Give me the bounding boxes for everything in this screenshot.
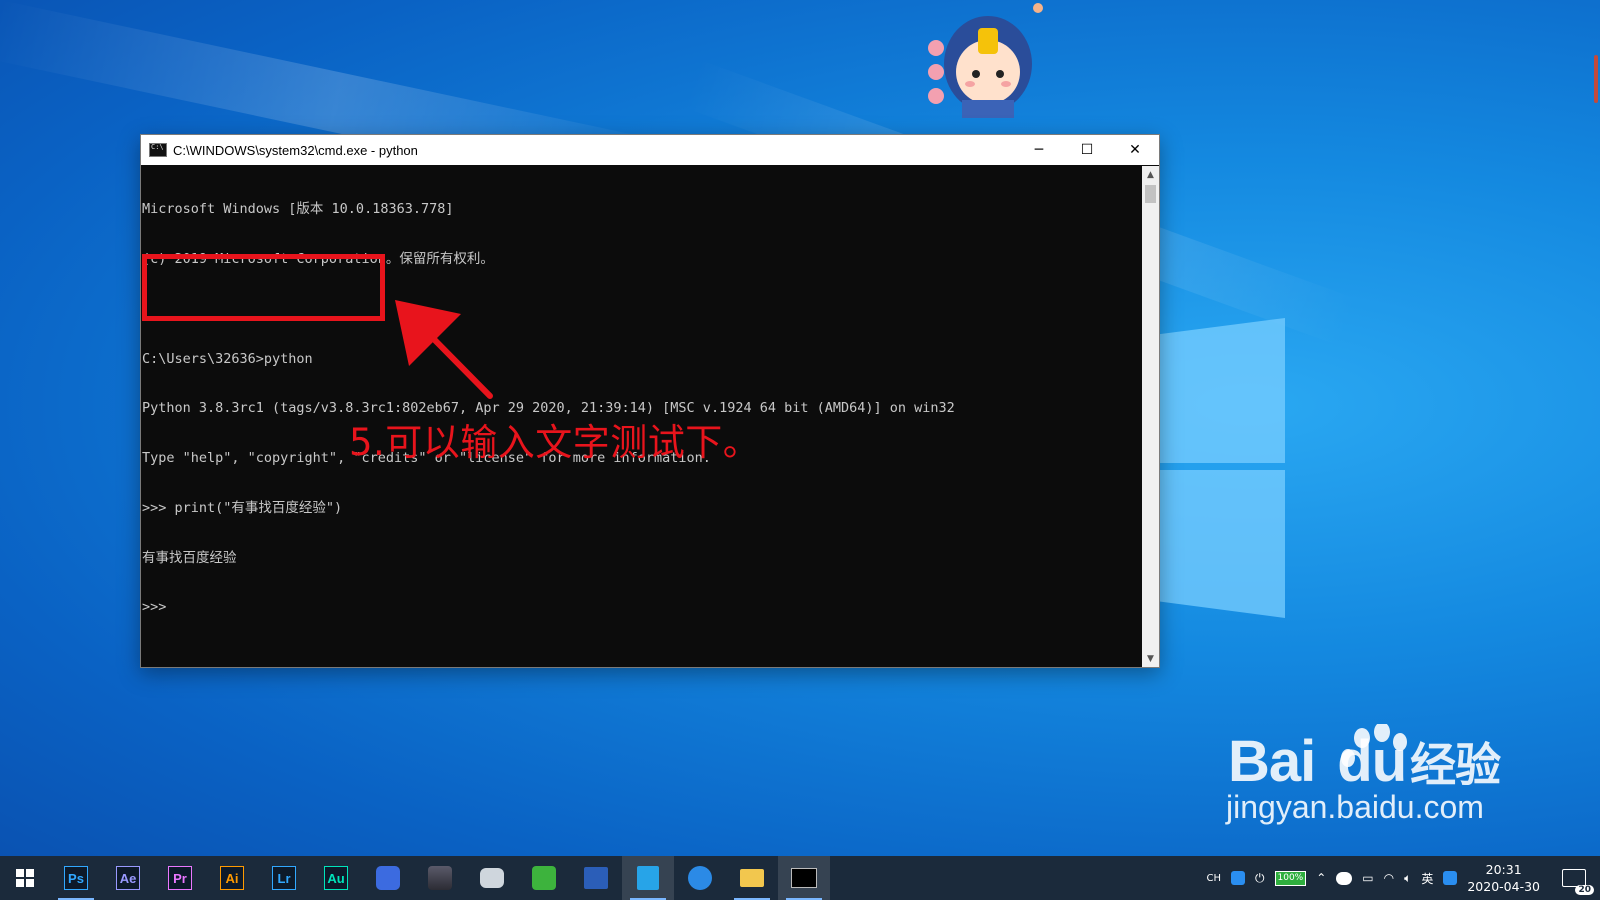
annotation-text: 5.可以输入文字测试下。 <box>349 421 761 464</box>
terminal-icon <box>791 868 817 888</box>
brand-jingyan: 经验 <box>1410 738 1501 792</box>
taskbar-premiere[interactable]: Pr <box>154 856 206 900</box>
taskbar-app-sync[interactable] <box>674 856 726 900</box>
taskbar-cmd[interactable] <box>778 856 830 900</box>
console-line: >>> print("有事找百度经验") <box>142 499 343 516</box>
start-button[interactable] <box>0 856 50 900</box>
volume-icon[interactable]: 🔈︎ <box>1404 871 1411 886</box>
system-tray: CH ⏻ 100% ⌃ ▭ ◠ 🔈︎ 英 20:31 2020-04-30 20 <box>1206 856 1600 900</box>
ime-indicator[interactable]: CH <box>1206 873 1221 884</box>
printer-icon <box>480 868 504 888</box>
app-blue-icon <box>376 866 400 890</box>
game-icon <box>428 866 452 890</box>
camtasia-icon <box>532 866 556 890</box>
taskbar-camtasia[interactable] <box>518 856 570 900</box>
highlight-box <box>142 254 385 321</box>
console-line: >>> <box>142 599 167 616</box>
console-line: C:\Users\32636>python <box>142 350 313 367</box>
window-titlebar[interactable]: C:\WINDOWS\system32\cmd.exe - python ─ ☐… <box>141 135 1159 165</box>
minimize-button[interactable]: ─ <box>1015 135 1063 165</box>
taskbar-file-explorer[interactable] <box>726 856 778 900</box>
after-effects-icon: Ae <box>116 866 140 890</box>
chevron-up-icon[interactable]: ⌃ <box>1316 871 1326 885</box>
windows-start-icon <box>16 869 34 887</box>
mascot-sticker <box>928 3 1043 118</box>
language-indicator[interactable]: 英 <box>1421 870 1433 887</box>
premiere-icon: Pr <box>168 866 192 890</box>
window-title: C:\WINDOWS\system32\cmd.exe - python <box>173 142 418 158</box>
taskbar-photoshop[interactable]: Ps <box>50 856 102 900</box>
scrollbar-thumb[interactable] <box>1145 185 1156 203</box>
windows-logo-wallpaper <box>1150 318 1285 618</box>
scroll-down-icon[interactable]: ▼ <box>1142 650 1159 667</box>
audition-icon: Au <box>324 866 348 890</box>
document-icon <box>637 866 659 890</box>
baidu-watermark: Bai du经验 jingyan.baidu.com <box>1226 724 1501 826</box>
taskbar: Ps Ae Pr Ai Lr Au CH ⏻ 100% ⌃ ▭ ◠ 🔈︎ 英 2… <box>0 856 1600 900</box>
clock-time: 20:31 <box>1485 862 1522 877</box>
console-line: Microsoft Windows [版本 10.0.18363.778] <box>142 201 454 218</box>
clock-date: 2020-04-30 <box>1467 879 1540 894</box>
maximize-button[interactable]: ☐ <box>1063 135 1111 165</box>
desktop-scroll-indicator <box>1594 55 1598 103</box>
word-icon <box>584 867 608 889</box>
close-button[interactable]: ✕ <box>1111 135 1159 165</box>
lightroom-icon: Lr <box>272 866 296 890</box>
qq-icon[interactable] <box>1231 871 1245 885</box>
taskbar-app-doc[interactable] <box>622 856 674 900</box>
photoshop-icon: Ps <box>64 866 88 890</box>
console-line: 有事找百度经验 <box>142 549 237 566</box>
baidu-paw-icon <box>1341 724 1407 767</box>
cmd-window[interactable]: C:\WINDOWS\system32\cmd.exe - python ─ ☐… <box>140 134 1160 668</box>
clock[interactable]: 20:31 2020-04-30 <box>1467 861 1540 895</box>
scroll-up-icon[interactable]: ▲ <box>1142 166 1159 183</box>
notification-count: 20 <box>1575 885 1594 895</box>
notification-center-icon[interactable]: 20 <box>1562 869 1594 895</box>
battery-icon[interactable]: ▭ <box>1362 871 1373 885</box>
brand-bai: Bai <box>1228 729 1316 794</box>
plug-icon[interactable]: ⏻ <box>1255 871 1265 886</box>
watermark-url: jingyan.baidu.com <box>1226 789 1484 825</box>
sync-icon <box>688 866 712 890</box>
annotation-arrow-icon <box>395 300 493 399</box>
taskbar-app-blue[interactable] <box>362 856 414 900</box>
battery-indicator[interactable]: 100% <box>1274 870 1307 886</box>
qq-input-icon[interactable] <box>1443 871 1458 885</box>
taskbar-lightroom[interactable]: Lr <box>258 856 310 900</box>
illustrator-icon: Ai <box>220 866 244 890</box>
taskbar-app-game[interactable] <box>414 856 466 900</box>
taskbar-word[interactable] <box>570 856 622 900</box>
folder-icon <box>740 869 764 887</box>
vertical-scrollbar[interactable]: ▲ ▼ <box>1142 166 1159 667</box>
taskbar-after-effects[interactable]: Ae <box>102 856 154 900</box>
taskbar-audition[interactable]: Au <box>310 856 362 900</box>
wechat-icon[interactable] <box>1336 871 1353 885</box>
taskbar-illustrator[interactable]: Ai <box>206 856 258 900</box>
cmd-icon <box>149 143 167 157</box>
taskbar-app-printer[interactable] <box>466 856 518 900</box>
wifi-icon[interactable]: ◠ <box>1384 871 1394 885</box>
